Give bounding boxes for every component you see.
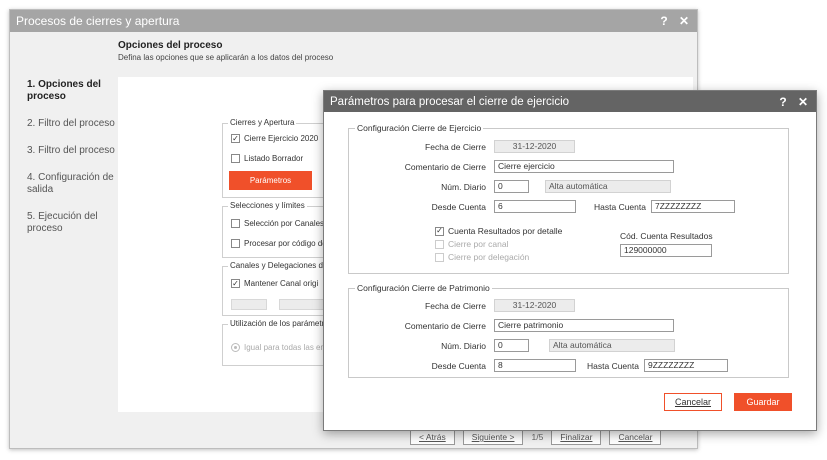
group-selecciones: Selecciones y límites Selección por Cana… — [222, 201, 332, 258]
cierre-canal-checkbox[interactable]: Cierre por canal — [435, 239, 508, 249]
group-selecciones-legend: Selecciones y límites — [228, 201, 307, 210]
wizard-title: Procesos de cierres y apertura — [16, 14, 180, 28]
wizard-steps: 1. Opciones del proceso 2. Filtro del pr… — [27, 79, 117, 250]
comentario-pat-label: Comentario de Cierre — [404, 321, 486, 331]
desde-cuenta-input[interactable]: 6 — [494, 200, 576, 213]
seleccion-canales-checkbox[interactable]: Selección por Canales — [231, 219, 324, 228]
hasta-cuenta-pat-input[interactable]: 9ZZZZZZZZ — [644, 359, 728, 372]
group-cierres-legend: Cierres y Apertura — [228, 118, 297, 127]
comentario-cierre-label: Comentario de Cierre — [404, 162, 486, 172]
close-icon[interactable]: ✕ — [677, 14, 691, 28]
check-icon: ✓ — [435, 226, 444, 236]
delegacion-field[interactable] — [279, 299, 329, 310]
hasta-cuenta-pat-label: Hasta Cuenta — [587, 361, 639, 371]
atras-button[interactable]: < Atrás — [410, 429, 455, 445]
wizard-header-title: Opciones del proceso — [118, 40, 223, 51]
cancelar-wizard-button[interactable]: Cancelar — [609, 429, 662, 445]
cierre-ejercicio-checkbox[interactable]: ✓ Cierre Ejercicio 2020 — [231, 134, 318, 143]
step-opciones[interactable]: 1. Opciones del proceso — [27, 79, 117, 103]
fecha-cierre-label: Fecha de Cierre — [425, 142, 486, 152]
help-icon[interactable]: ? — [776, 95, 790, 109]
check-icon: ✓ — [231, 278, 240, 288]
step-filtro-2[interactable]: 3. Filtro del proceso — [27, 145, 117, 157]
section-cierre-ejercicio: Configuración Cierre de Ejercicio Fecha … — [348, 123, 789, 274]
siguiente-button[interactable]: Siguiente > — [462, 429, 524, 445]
wizard-titlebar: Procesos de cierres y apertura ? ✕ — [10, 10, 697, 32]
help-icon[interactable]: ? — [657, 14, 671, 28]
procesar-codigo-checkbox[interactable]: Procesar por código de — [231, 239, 327, 248]
finalizar-button[interactable]: Finalizar — [551, 429, 602, 445]
num-diario-input[interactable]: 0 — [494, 180, 529, 193]
dialog-titlebar: Parámetros para procesar el cierre de ej… — [324, 91, 816, 112]
section-cierre-patrimonio: Configuración Cierre de Patrimonio Fecha… — [348, 283, 789, 378]
desde-cuenta-pat-input[interactable]: 8 — [494, 359, 576, 372]
cuenta-resultados-checkbox[interactable]: ✓ Cuenta Resultados por detalle — [435, 226, 562, 236]
hasta-cuenta-input[interactable]: 7ZZZZZZZZ — [651, 200, 735, 213]
parametros-button[interactable]: Parámetros — [229, 171, 312, 190]
canal-field[interactable] — [231, 299, 267, 310]
group-parametros-legend: Utilización de los parámetro — [228, 319, 331, 328]
num-diario-label: Núm. Diario — [441, 182, 486, 192]
num-diario-pat-label: Núm. Diario — [441, 341, 486, 351]
wizard-header: Opciones del proceso Defina las opciones… — [118, 40, 333, 62]
cierre-delegacion-checkbox[interactable]: Cierre por delegación — [435, 252, 529, 262]
save-button[interactable]: Guardar — [734, 393, 792, 411]
step-configuracion[interactable]: 4. Configuración de salida — [27, 172, 117, 196]
listado-borrador-checkbox[interactable]: Listado Borrador — [231, 154, 303, 163]
group-cierres-apertura: Cierres y Apertura ✓ Cierre Ejercicio 20… — [222, 118, 332, 198]
hasta-cuenta-label: Hasta Cuenta — [594, 202, 646, 212]
ejercicio-legend: Configuración Cierre de Ejercicio — [355, 123, 484, 133]
page-indicator: 1/5 — [531, 432, 544, 442]
step-ejecucion[interactable]: 5. Ejecución del proceso — [27, 211, 117, 235]
wizard-header-subtitle: Defina las opciones que se aplicarán a l… — [118, 53, 334, 62]
patrimonio-legend: Configuración Cierre de Patrimonio — [355, 283, 492, 293]
num-diario-pat-description: Alta automática — [549, 339, 675, 352]
num-diario-pat-input[interactable]: 0 — [494, 339, 529, 352]
radio-icon — [231, 343, 240, 352]
cod-cuenta-input[interactable]: 129000000 — [620, 244, 712, 257]
igual-todas-radio[interactable]: Igual para todas las em — [231, 343, 327, 352]
desde-cuenta-label: Desde Cuenta — [431, 202, 486, 212]
cod-cuenta-label: Cód. Cuenta Resultados — [620, 231, 713, 241]
fecha-cierre-pat-field: 31-12-2020 — [494, 299, 575, 312]
step-filtro-1[interactable]: 2. Filtro del proceso — [27, 118, 117, 130]
fecha-cierre-pat-label: Fecha de Cierre — [425, 301, 486, 311]
dialog-title: Parámetros para procesar el cierre de ej… — [330, 95, 570, 108]
check-icon: ✓ — [231, 133, 240, 143]
comentario-cierre-input[interactable]: Cierre ejercicio — [494, 160, 674, 173]
fecha-cierre-field: 31-12-2020 — [494, 140, 575, 153]
wizard-footer: < Atrás Siguiente > 1/5 Finalizar Cancel… — [410, 429, 662, 445]
close-icon[interactable]: ✕ — [796, 95, 810, 109]
comentario-pat-input[interactable]: Cierre patrimonio — [494, 319, 674, 332]
cancel-button[interactable]: Cancelar — [664, 393, 722, 411]
desde-cuenta-pat-label: Desde Cuenta — [431, 361, 486, 371]
group-parametros: Utilización de los parámetro Igual para … — [222, 319, 332, 366]
group-canales-legend: Canales y Delegaciones de — [228, 261, 330, 270]
num-diario-description: Alta automática — [545, 180, 671, 193]
group-canales: Canales y Delegaciones de ✓ Mantener Can… — [222, 261, 332, 316]
mantener-canal-checkbox[interactable]: ✓ Mantener Canal origi — [231, 279, 318, 288]
parametros-dialog: Parámetros para procesar el cierre de ej… — [323, 90, 817, 431]
